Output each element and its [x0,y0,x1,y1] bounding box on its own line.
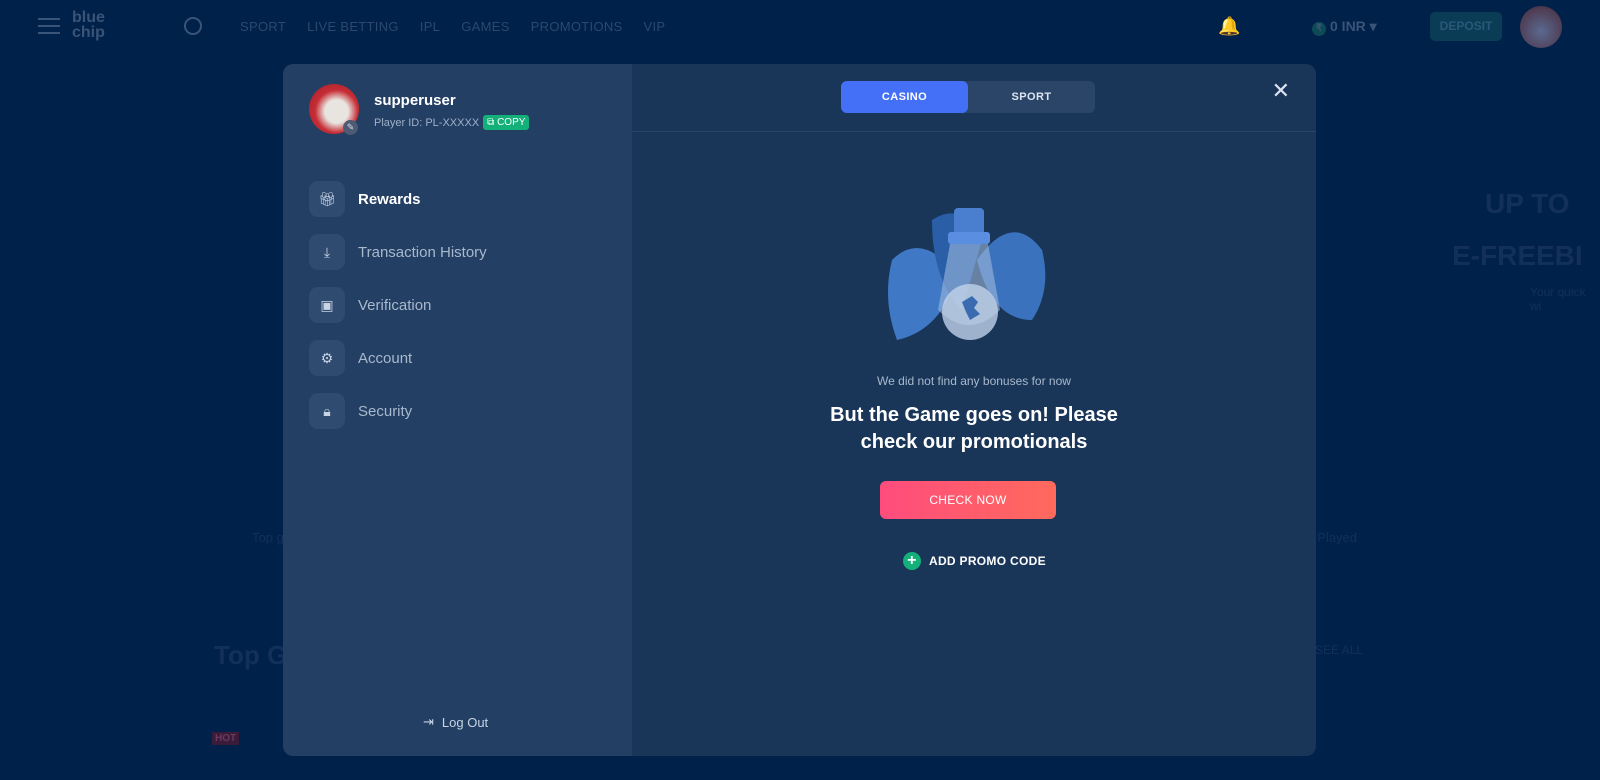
menu-item-rewards[interactable]: 🎁︎ Rewards [309,181,487,217]
no-bonuses-message: We did not find any bonuses for now [877,374,1071,388]
empty-bottle-illustration [888,208,1046,340]
rewards-panel: CASINO SPORT ✕ We did not find any bonus… [632,64,1316,756]
nav-ipl[interactable]: IPL [420,19,440,34]
headline-line-2: check our promotionals [860,431,1088,453]
hamburger-menu-icon[interactable] [38,18,60,34]
profile-sidebar: ✎ supperuser Player ID: PL-XXXXX ⧉ COPY 🎁… [283,64,632,756]
copy-button[interactable]: ⧉ COPY [483,115,530,130]
menu-item-verification[interactable]: ▣ Verification [309,287,487,323]
nav-vip[interactable]: VIP [644,19,666,34]
banner-subtitle: E-FREEBI [1452,240,1583,271]
deposit-button[interactable]: DEPOSIT [1430,12,1502,41]
bg-see-all: SEE ALL [1315,643,1364,657]
copy-icon: ⧉ [487,117,498,128]
logout-icon: ⇥ [423,714,434,729]
menu-item-account[interactable]: ⚙ Account [309,340,487,376]
nav-games[interactable]: GAMES [461,19,509,34]
nav-live-betting[interactable]: LIVE BETTING [307,19,399,34]
top-navigation-bar: blue chip SPORT LIVE BETTING IPL GAMES P… [0,0,1600,54]
bell-icon[interactable]: 🔔 [1218,16,1240,37]
headline-line-1: But the Game goes on! Please [830,404,1118,426]
promo-headline: But the Game goes on! Please check our pr… [632,402,1316,456]
balance-value: 0 INR [1330,18,1366,34]
search-icon[interactable] [184,17,202,35]
nav-promotions[interactable]: PROMOTIONS [531,19,623,34]
bg-section-title: Top G [214,640,288,670]
tab-sport[interactable]: SPORT [968,81,1095,113]
pencil-icon[interactable]: ✎ [343,120,358,135]
menu-label: Verification [358,296,432,314]
gift-icon: 🎁︎ [309,181,345,217]
divider [632,131,1316,132]
menu-label: Transaction History [358,243,487,261]
add-promo-code-button[interactable]: + ADD PROMO CODE [903,552,1046,570]
bg-tab-last-played: t Played [1310,530,1357,545]
id-card-check-icon: ▣ [309,287,345,323]
logout-label: Log Out [441,714,489,730]
menu-label: Security [358,402,413,420]
close-icon[interactable]: ✕ [1272,78,1290,104]
balance-dropdown[interactable]: ₹0 INR ▾ [1312,18,1377,36]
menu-item-security[interactable]: 🔒︎ Security [309,393,487,429]
menu-label: Account [358,349,413,367]
nav-sport[interactable]: SPORT [240,19,286,34]
menu-label: Rewards [358,190,421,208]
tab-casino[interactable]: CASINO [841,81,968,113]
username: supperuser [374,92,456,109]
gear-icon: ⚙ [309,340,345,376]
logo[interactable]: blue chip [72,10,116,41]
bg-tab-top-games: Top g [252,530,284,545]
player-id-text: Player ID: PL-XXXXX [374,116,480,129]
download-box-icon: ⤓ [309,234,345,270]
check-now-button[interactable]: CHECK NOW [880,481,1056,519]
profile-menu: 🎁︎ Rewards ⤓ Transaction History ▣ Verifica… [309,181,487,446]
rewards-tabs: CASINO SPORT [841,81,1095,113]
add-promo-label: ADD PROMO CODE [929,554,1046,568]
plus-icon: + [903,552,921,570]
profile-modal: ✎ supperuser Player ID: PL-XXXXX ⧉ COPY 🎁… [283,64,1316,756]
logout-button[interactable]: ⇥ Log Out [423,714,488,730]
rupee-icon: ₹ [1312,22,1326,36]
main-nav: SPORT LIVE BETTING IPL GAMES PROMOTIONS … [240,19,665,34]
hot-badge: HOT [212,732,240,745]
player-id: Player ID: PL-XXXXX ⧉ COPY [374,115,530,130]
lock-icon: 🔒︎ [309,393,345,429]
copy-label: COPY [497,117,526,128]
banner-text: Your quick wi [1530,285,1586,313]
menu-item-transaction-history[interactable]: ⤓ Transaction History [309,234,487,270]
banner-title: UP TO [1485,188,1570,219]
user-avatar[interactable] [1520,6,1562,48]
